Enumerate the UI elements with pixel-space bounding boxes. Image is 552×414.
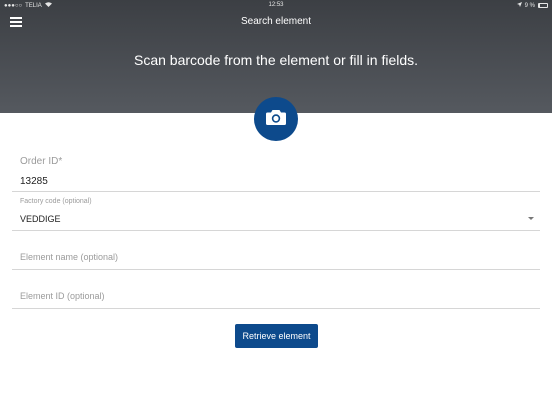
camera-icon [266, 109, 286, 130]
element-name-field[interactable]: Element name (optional) [12, 232, 540, 270]
page-title: Search element [240, 16, 312, 27]
element-id-placeholder[interactable]: Element ID (optional) [20, 291, 105, 301]
location-icon [516, 2, 522, 9]
order-id-label: Order ID* [20, 156, 63, 167]
scan-barcode-button[interactable] [254, 97, 298, 141]
element-name-placeholder[interactable]: Element name (optional) [20, 252, 118, 262]
battery-percentage: 9 % [524, 2, 535, 9]
chevron-down-icon[interactable] [528, 217, 534, 220]
status-right: 9 % [516, 2, 548, 9]
order-id-field[interactable]: Order ID* 13285 [12, 150, 540, 192]
element-id-field[interactable]: Element ID (optional) [12, 271, 540, 309]
retrieve-element-button[interactable]: Retrieve element [235, 324, 318, 348]
order-id-value[interactable]: 13285 [20, 176, 48, 187]
battery-icon [538, 3, 548, 8]
factory-code-label: Factory code (optional) [20, 198, 92, 205]
scan-instruction: Scan barcode from the element or fill in… [133, 52, 419, 68]
factory-code-value[interactable]: VEDDIGE [20, 214, 61, 224]
status-time: 12:53 [268, 2, 284, 8]
status-bar: ●●●○○ TELIA 12:53 9 % [0, 0, 552, 12]
factory-code-select[interactable]: Factory code (optional) VEDDIGE [12, 193, 540, 231]
